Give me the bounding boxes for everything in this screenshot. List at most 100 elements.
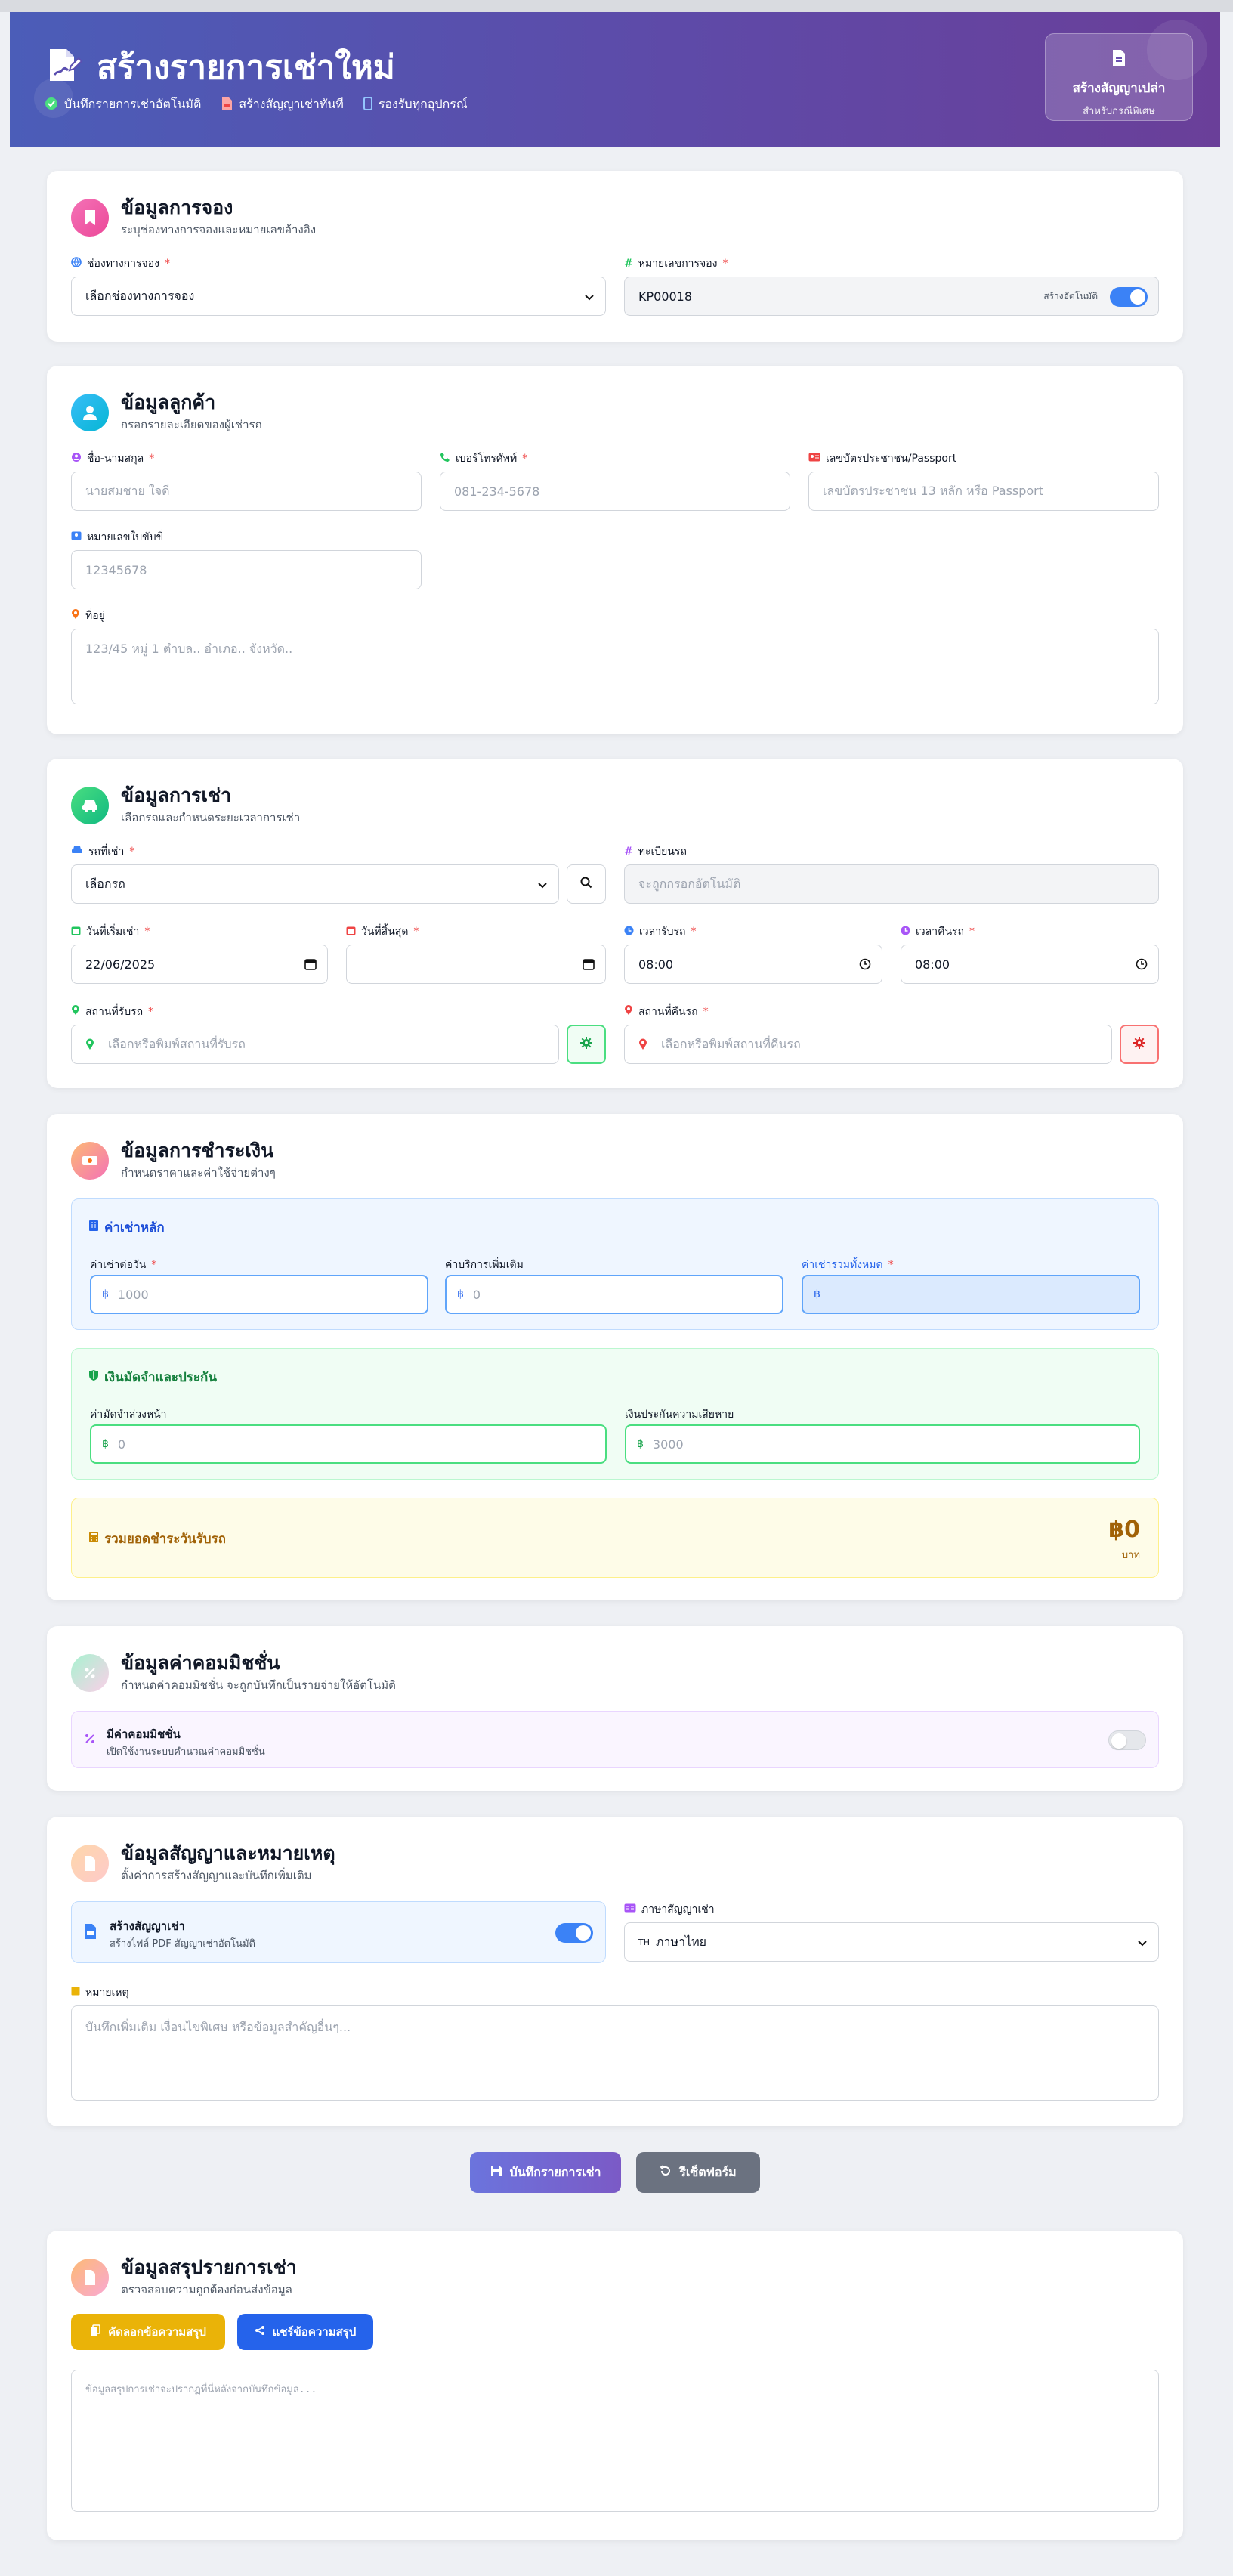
daily-rate-input[interactable]: ฿ 1000 <box>90 1275 428 1314</box>
section-subtitle: เลือกรถและกำหนดระยะเวลาการเช่า <box>121 811 301 824</box>
feature-label: สร้างสัญญาเช่าทันที <box>239 97 344 111</box>
phone-input[interactable]: 081-234-5678 <box>440 472 790 511</box>
clock-icon <box>624 926 634 939</box>
commission-toggle[interactable] <box>1108 1730 1146 1750</box>
gear-icon <box>580 1037 592 1052</box>
search-icon <box>580 877 592 892</box>
create-contract-title: สร้างสัญญาเช่า <box>110 1919 185 1933</box>
note-textarea[interactable]: บันทึกเพิ่มเติม เงื่อนไขพิเศษ หรือข้อมูล… <box>71 2005 1159 2101</box>
share-summary-button[interactable]: แชร์ข้อความสรุป <box>237 2314 373 2350</box>
section-title: ข้อมูลสัญญาและหมายเหตุ <box>121 1842 335 1864</box>
header-feature-devices: รองรับทุกอุปกรณ์ <box>363 95 468 114</box>
booking-number-label: # หมายเลขการจอง * <box>624 258 728 270</box>
money-icon <box>71 1142 109 1180</box>
hash-icon: # <box>624 846 633 858</box>
car-select[interactable]: เลือกรถ <box>71 864 559 904</box>
map-pin-icon <box>624 1005 633 1019</box>
map-pin-icon <box>71 609 80 623</box>
summary-section: ข้อมูลสรุปรายการเช่า ตรวจสอบความถูกต้องก… <box>47 2231 1183 2540</box>
copy-summary-button[interactable]: คัดลอกข้อความสรุป <box>71 2314 225 2350</box>
calculator-icon <box>88 1531 99 1547</box>
extra-service-input[interactable]: ฿ 0 <box>445 1275 783 1314</box>
summary-textarea[interactable]: ข้อมูลสรุปการเช่าจะปรากฏที่นี่หลังจากบัน… <box>71 2370 1159 2512</box>
note-label: หมายเหตุ <box>71 1984 129 2001</box>
globe-icon <box>71 257 82 271</box>
pickup-place-input[interactable]: เลือกหรือพิมพ์สถานที่รับรถ <box>71 1025 559 1064</box>
chevron-down-icon <box>1137 1937 1148 1951</box>
id-card-icon <box>808 453 820 465</box>
bookmark-icon <box>71 199 109 237</box>
auto-generate-toggle[interactable] <box>1110 287 1148 307</box>
id-card-label: เลขบัตรประชาชน/Passport <box>808 450 956 467</box>
pickup-time-input[interactable]: 08:00 <box>624 945 882 984</box>
building-icon <box>88 1220 99 1235</box>
clock-icon <box>901 926 910 939</box>
baht-icon: ฿ <box>814 1288 820 1300</box>
pickup-total-panel: รวมยอดชำระวันรับรถ ฿0 บาท <box>71 1498 1159 1578</box>
return-time-input[interactable]: 08:00 <box>901 945 1159 984</box>
file-icon <box>1111 50 1126 70</box>
insurance-input[interactable]: ฿ 3000 <box>625 1424 1140 1464</box>
user-icon <box>71 394 109 431</box>
plate-input[interactable]: จะถูกกรอกอัตโนมัติ <box>624 864 1159 904</box>
section-subtitle: กรอกรายละเอียดของผู้เช่ารถ <box>121 418 262 431</box>
car-search-button[interactable] <box>567 864 606 904</box>
total-rent-label: ค่าเช่ารวมทั้งหมด * <box>802 1259 894 1271</box>
commission-toggle-panel: มีค่าคอมมิชชั่น เปิดใช้งานระบบคำนวณค่าคอ… <box>71 1711 1159 1768</box>
pickup-total-label: รวมยอดชำระวันรับรถ <box>88 1529 226 1549</box>
booking-channel-select[interactable]: เลือกช่องทางการจอง <box>71 277 606 316</box>
contract-language-label: ภาษาสัญญาเช่า <box>624 1901 715 1918</box>
license-label: หมายเลขใบขับขี่ <box>71 529 163 546</box>
address-textarea[interactable]: 123/45 หมู่ 1 ตำบล.. อำเภอ.. จังหวัด.. <box>71 629 1159 704</box>
booking-section: ข้อมูลการจอง ระบุช่องทางการจองและหมายเลข… <box>47 171 1183 342</box>
return-time-label: เวลาคืนรถ * <box>901 923 975 940</box>
booking-number-input[interactable]: KP00018 สร้างอัตโนมัติ <box>624 277 1159 316</box>
pdf-icon <box>221 97 233 113</box>
customer-section: ข้อมูลลูกค้า กรอกรายละเอียดของผู้เช่ารถ … <box>47 366 1183 734</box>
edit-document-icon <box>44 46 83 88</box>
id-card-input[interactable]: เลขบัตรประชาชน 13 หลัก หรือ Passport <box>808 472 1159 511</box>
deposit-input[interactable]: ฿ 0 <box>90 1424 607 1464</box>
clock-picker-icon <box>859 958 871 973</box>
reset-form-button[interactable]: รีเซ็ตฟอร์ม <box>636 2152 760 2193</box>
blank-contract-title: สร้างสัญญาเปล่า <box>1072 81 1166 96</box>
calendar-icon <box>346 926 356 939</box>
return-place-input[interactable]: เลือกหรือพิมพ์สถานที่คืนรถ <box>624 1025 1112 1064</box>
insurance-label: เงินประกันความเสียหาย <box>625 1409 734 1421</box>
pickup-place-settings-button[interactable] <box>567 1025 606 1064</box>
return-place-settings-button[interactable] <box>1120 1025 1159 1064</box>
browser-top-strip <box>0 0 1233 12</box>
feature-label: รองรับทุกอุปกรณ์ <box>378 97 468 111</box>
contract-section: ข้อมูลสัญญาและหมายเหตุ ตั้งค่าการสร้างสั… <box>47 1817 1183 2126</box>
map-pin-icon <box>71 1005 80 1019</box>
hash-icon: # <box>624 258 633 270</box>
create-blank-contract-button[interactable]: สร้างสัญญาเปล่า สำหรับกรณีพิเศษ <box>1045 33 1193 121</box>
name-input[interactable]: นายสมชาย ใจดี <box>71 472 422 511</box>
section-subtitle: ตั้งค่าการสร้างสัญญาและบันทึกเพิ่มเติม <box>121 1869 312 1882</box>
total-rent-input[interactable]: ฿ <box>802 1275 1140 1314</box>
start-date-input[interactable]: 22/06/2025 <box>71 945 328 984</box>
phone-icon <box>440 452 450 465</box>
shield-icon <box>88 1369 99 1385</box>
create-contract-toggle[interactable] <box>555 1923 593 1943</box>
header-feature-auto-save: บันทึกรายการเช่าอัตโนมัติ <box>45 95 201 114</box>
mobile-icon <box>363 96 372 113</box>
license-icon <box>71 530 82 544</box>
section-subtitle: กำหนดค่าคอมมิชชั่น จะถูกบันทึกเป็นรายจ่า… <box>121 1678 396 1692</box>
address-label: ที่อยู่ <box>71 608 105 624</box>
section-subtitle: ตรวจสอบความถูกต้องก่อนส่งข้อมูล <box>121 2283 292 2296</box>
save-rental-button[interactable]: บันทึกรายการเช่า <box>470 2152 621 2193</box>
auto-generate-label: สร้างอัตโนมัติ <box>1043 290 1098 302</box>
pickup-total-unit: บาท <box>1121 1550 1140 1561</box>
section-title: ข้อมูลลูกค้า <box>121 391 216 413</box>
commission-toggle-subtitle: เปิดใช้งานระบบคำนวณค่าคอมมิชชั่น <box>107 1746 265 1758</box>
percent-small-icon <box>84 1733 96 1748</box>
license-input[interactable]: 12345678 <box>71 550 422 589</box>
end-date-input[interactable] <box>346 945 606 984</box>
end-date-label: วันที่สิ้นสุด * <box>346 923 419 940</box>
section-subtitle: กำหนดราคาและค่าใช้จ่ายต่างๆ <box>121 1166 276 1180</box>
clock-picker-icon <box>1136 958 1148 973</box>
percent-icon <box>71 1654 109 1692</box>
return-place-label: สถานที่คืนรถ * <box>624 1003 709 1020</box>
contract-language-select[interactable]: TH ภาษาไทย <box>624 1922 1159 1962</box>
